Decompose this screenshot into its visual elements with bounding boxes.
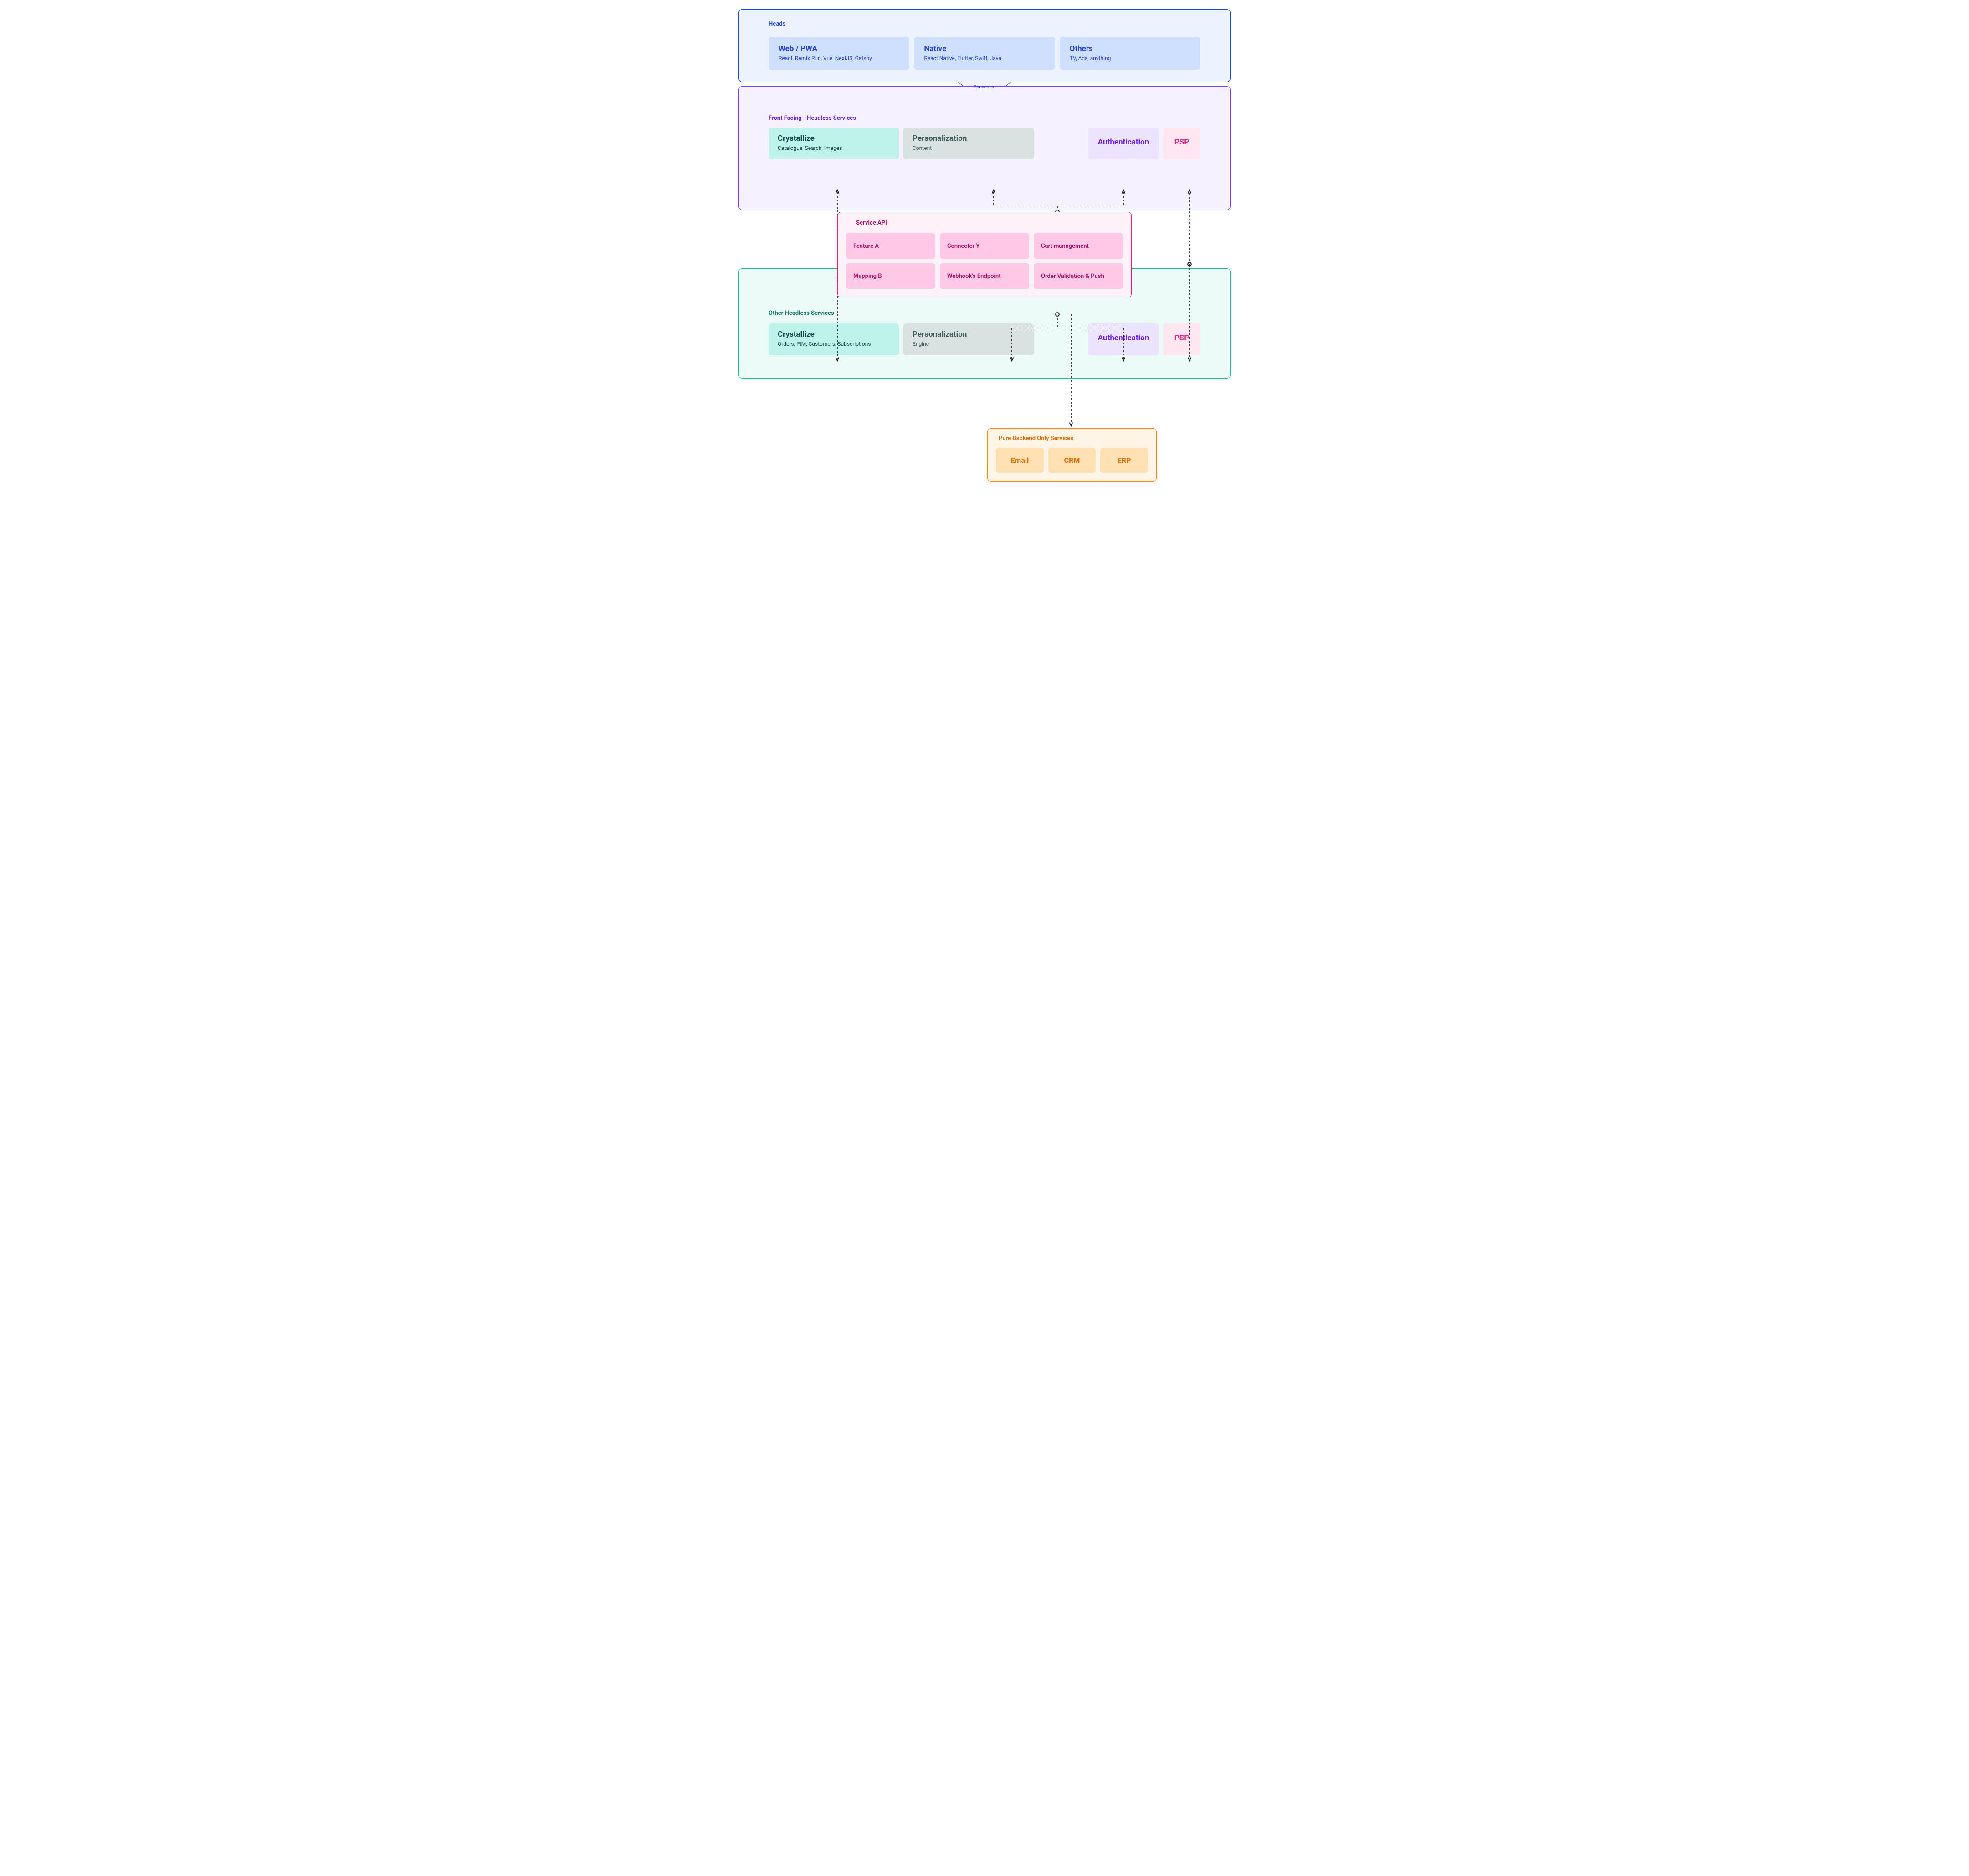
front-personalization-card: Personalization Content [903, 128, 1034, 159]
head-card-web-title: Web / PWA [779, 44, 899, 53]
service-api-cell-feature-a: Feature A [846, 233, 935, 259]
service-api-grid: Feature A Connecter Y Cart management Ma… [846, 233, 1123, 289]
other-crystallize-sub: Orders, PIM, Customers, Subscriptions [778, 341, 890, 347]
head-card-native: Native React Native, Flutter, Swift, Jav… [914, 37, 1055, 70]
spacer [1038, 323, 1084, 355]
front-psp-card: PSP [1163, 128, 1200, 159]
backend-row: Email CRM ERP [996, 448, 1148, 473]
other-headless-title: Other Headless Services [769, 310, 834, 317]
other-authentication-title: Authentication [1097, 333, 1149, 343]
spacer [1038, 128, 1084, 159]
other-personalization-sub: Engine [913, 341, 1025, 347]
other-psp-title: PSP [1172, 333, 1191, 343]
front-crystallize-title: Crystallize [778, 134, 890, 143]
front-crystallize-card: Crystallize Catalogue, Search, Images [769, 128, 899, 159]
service-api-cell-cart-management: Cart management [1034, 233, 1123, 259]
front-personalization-title: Personalization [913, 134, 1025, 143]
service-api-cell-mapping-b: Mapping B [846, 263, 935, 289]
service-api-cell-webhooks-endpoint: Webhook's Endpoint [940, 263, 1029, 289]
front-authentication-title: Authentication [1097, 138, 1149, 147]
service-api-title: Service API [856, 220, 887, 226]
other-personalization-card: Personalization Engine [903, 323, 1034, 355]
other-crystallize-title: Crystallize [778, 330, 890, 339]
head-card-others: Others TV, Ads, anything [1060, 37, 1200, 70]
head-card-native-sub: React Native, Flutter, Swift, Java [924, 55, 1045, 62]
heads-panel: Heads Web / PWA React, Remix Run, Vue, N… [738, 9, 1231, 82]
other-crystallize-card: Crystallize Orders, PIM, Customers, Subs… [769, 323, 899, 355]
consumes-label: Consumes [974, 85, 995, 90]
head-card-others-sub: TV, Ads, anything [1070, 55, 1190, 62]
front-facing-row: Crystallize Catalogue, Search, Images Pe… [769, 128, 1200, 159]
front-facing-panel: Front Facing - Headless Services Crystal… [738, 86, 1231, 210]
head-card-web: Web / PWA React, Remix Run, Vue, NextJS,… [769, 37, 909, 70]
backend-only-panel: Pure Backend Only Services Email CRM ERP [987, 428, 1157, 482]
heads-title: Heads [769, 21, 785, 27]
other-headless-row: Crystallize Orders, PIM, Customers, Subs… [769, 323, 1200, 355]
backend-only-title: Pure Backend Only Services [999, 435, 1073, 442]
backend-cell-email: Email [996, 448, 1044, 473]
head-card-others-title: Others [1070, 44, 1190, 53]
diagram-canvas: Heads Web / PWA React, Remix Run, Vue, N… [738, 9, 1231, 379]
front-crystallize-sub: Catalogue, Search, Images [778, 145, 890, 151]
backend-cell-crm: CRM [1048, 448, 1096, 473]
other-personalization-title: Personalization [913, 330, 1025, 339]
front-personalization-sub: Content [913, 145, 1025, 151]
head-card-web-sub: React, Remix Run, Vue, NextJS, Gatsby [779, 55, 899, 62]
service-api-panel: Service API Feature A Connecter Y Cart m… [837, 212, 1132, 297]
front-facing-title: Front Facing - Headless Services [769, 115, 856, 122]
heads-row: Web / PWA React, Remix Run, Vue, NextJS,… [769, 37, 1200, 70]
front-authentication-card: Authentication [1088, 128, 1159, 159]
backend-cell-erp: ERP [1100, 448, 1148, 473]
other-psp-card: PSP [1163, 323, 1200, 355]
other-authentication-card: Authentication [1088, 323, 1159, 355]
front-psp-title: PSP [1172, 138, 1191, 147]
head-card-native-title: Native [924, 44, 1045, 53]
service-api-cell-connecter-y: Connecter Y [940, 233, 1029, 259]
service-api-cell-order-validation-push: Order Validation & Push [1034, 263, 1123, 289]
